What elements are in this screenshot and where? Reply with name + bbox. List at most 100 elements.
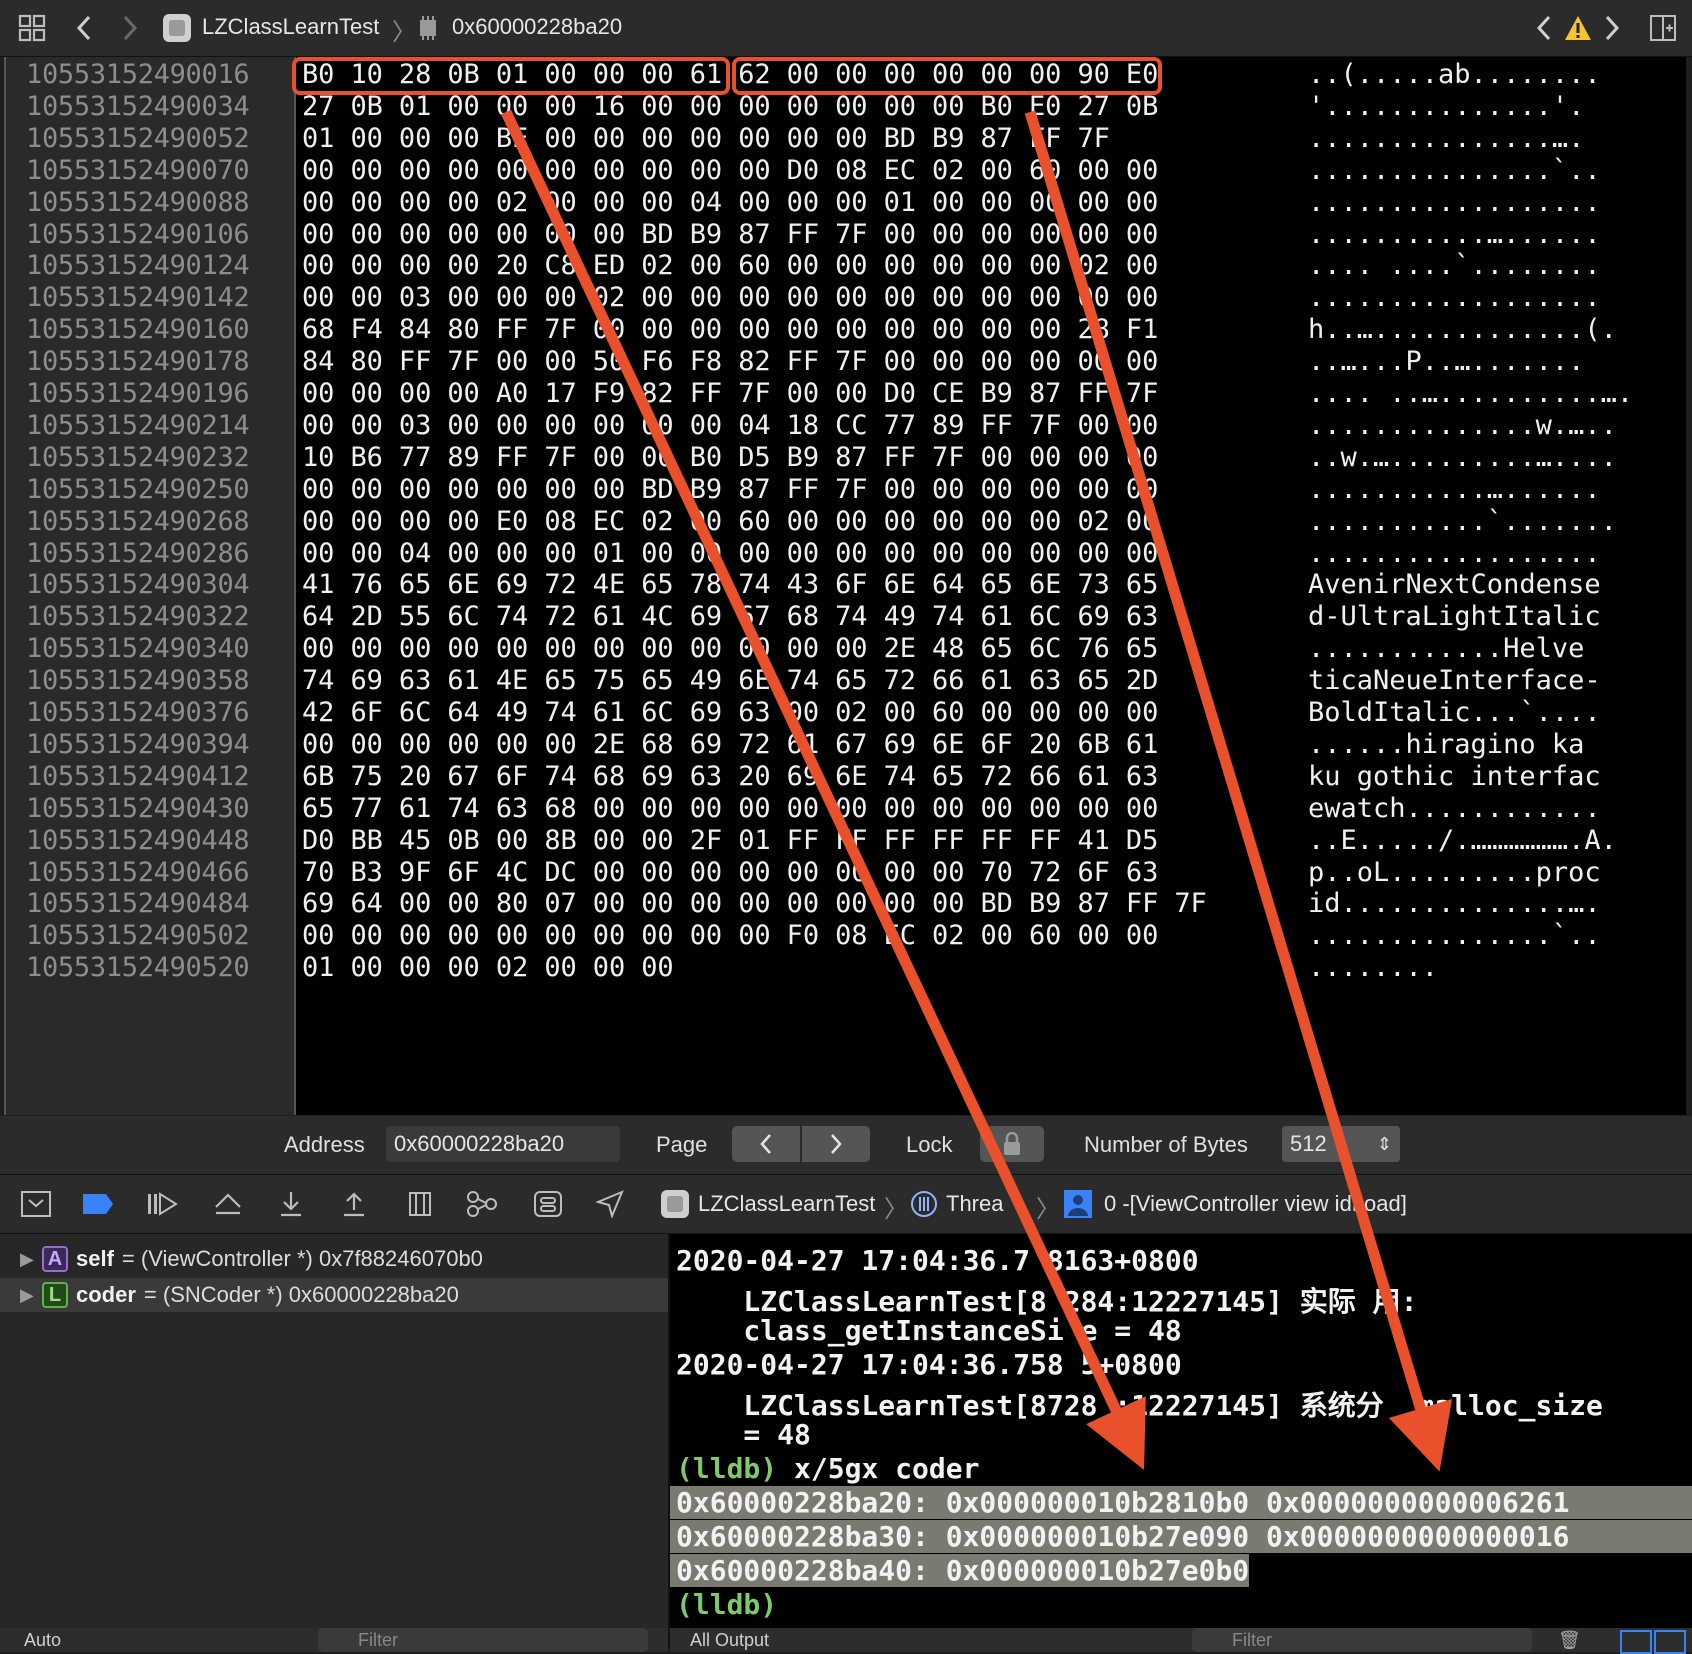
view-hierarchy-icon[interactable] — [404, 1188, 436, 1220]
split-view-right-icon[interactable] — [1654, 1630, 1686, 1654]
console-output[interactable]: 2020-04-27 17:04:36.7 8163+0800 LZClassL… — [670, 1234, 1692, 1654]
continue-icon[interactable] — [146, 1188, 178, 1220]
next-issue-icon[interactable] — [1598, 10, 1626, 46]
memory-hex-row[interactable]: 6B 75 20 67 6F 74 68 69 63 20 69 6E 74 6… — [302, 761, 1158, 792]
memory-hex-row[interactable]: 00 00 00 00 E0 08 EC 02 00 60 00 00 00 0… — [302, 506, 1158, 537]
memory-address-label: 10553152490034 — [26, 90, 250, 122]
memory-hex-row[interactable]: 27 0B 01 00 00 00 16 00 00 00 00 00 00 0… — [302, 91, 1158, 122]
debug-breadcrumb-project[interactable]: LZClassLearnTest — [698, 1191, 875, 1217]
lock-label: Lock — [906, 1132, 953, 1157]
memory-hex-row[interactable]: 00 00 03 00 00 00 00 00 00 04 18 CC 77 8… — [302, 410, 1158, 441]
step-over-icon[interactable] — [212, 1188, 244, 1220]
memory-hex-row[interactable]: 00 00 00 00 A0 17 F9 82 FF 7F 00 00 D0 C… — [302, 378, 1158, 409]
console-command-line: (lldb) x/5gx coder — [676, 1452, 979, 1485]
console-footer: All Output Filter 🗑 — [670, 1628, 1692, 1654]
forward-arrow-icon[interactable] — [116, 10, 144, 46]
memory-chip-icon — [414, 10, 442, 46]
memory-address-label: 10553152490520 — [26, 952, 250, 984]
memory-address-label: 10553152490088 — [26, 186, 250, 218]
memory-address-label: 10553152490502 — [26, 920, 250, 952]
memory-hex-row[interactable]: 84 80 FF 7F 00 00 50 F6 F8 82 FF 7F 00 0… — [302, 346, 1158, 377]
memory-address-label: 10553152490178 — [26, 346, 250, 378]
memory-graph-icon[interactable] — [466, 1188, 498, 1220]
hide-debug-area-icon[interactable] — [20, 1188, 52, 1220]
memory-hex-row[interactable]: 00 00 03 00 00 00 02 00 00 00 00 00 00 0… — [302, 282, 1158, 313]
memory-ascii-row: ku gothic interfac — [1308, 760, 1601, 792]
memory-hex-row[interactable]: 64 2D 55 6C 74 72 61 4C 69 67 68 74 49 7… — [302, 601, 1158, 632]
number-of-bytes-label: Number of Bytes — [1084, 1132, 1248, 1157]
memory-hex-row[interactable]: 00 00 00 00 00 00 00 00 00 00 D0 08 EC 0… — [302, 155, 1158, 186]
variable-row-coder[interactable]: ▶ L coder = (SNCoder *) 0x60000228ba20 — [0, 1278, 668, 1312]
debug-breadcrumb-frame[interactable]: 0 -[ViewController view idLoad] — [1104, 1191, 1407, 1217]
memory-hex-row[interactable]: 41 76 65 6E 69 72 4E 65 78 74 43 6F 6E 6… — [302, 569, 1158, 600]
memory-hex-row[interactable]: 68 F4 84 80 FF 7F 00 00 00 00 00 00 00 0… — [302, 314, 1158, 345]
memory-hex-row[interactable]: 69 64 00 00 80 07 00 00 00 00 00 00 00 0… — [302, 888, 1207, 919]
variable-value: = (SNCoder *) 0x60000228ba20 — [143, 1282, 459, 1307]
variable-row-self[interactable]: ▶ A self = (ViewController *) 0x7f882460… — [0, 1242, 668, 1276]
step-out-icon[interactable] — [338, 1188, 370, 1220]
number-of-bytes-value: 512 — [1290, 1131, 1327, 1156]
console-filter-field[interactable]: Filter — [1192, 1628, 1532, 1652]
memory-ascii-row: ..(.....ab........ — [1308, 59, 1601, 90]
console-memory-line: 0x60000228ba20: 0x000000010b2810b0 0x000… — [670, 1486, 1692, 1519]
memory-hex-row[interactable]: D0 BB 45 0B 00 8B 00 00 2F 01 FF FF FF F… — [302, 825, 1158, 856]
memory-hex-row[interactable]: 10 B6 77 89 FF 7F 00 00 B0 D5 B9 87 FF 7… — [302, 442, 1158, 473]
memory-hex-row[interactable]: 01 00 00 00 BE 00 00 00 00 00 00 00 BD B… — [302, 123, 1110, 154]
lock-toggle-button[interactable] — [980, 1126, 1044, 1162]
memory-hex-row[interactable]: 00 00 00 00 00 00 00 00 00 00 F0 08 EC 0… — [302, 920, 1158, 951]
disclosure-triangle-icon[interactable]: ▶ — [20, 1249, 42, 1270]
memory-hex-row[interactable]: 00 00 00 00 00 00 2E 68 69 72 61 67 69 6… — [302, 729, 1158, 760]
disclosure-triangle-icon[interactable]: ▶ — [20, 1285, 42, 1306]
debug-toolbar: LZClassLearnTest 〉 Threa 〉 0 -[ViewContr… — [0, 1175, 1692, 1234]
breadcrumb-separator: 〉 — [1036, 1196, 1060, 1223]
memory-hex-row[interactable]: 00 00 00 00 20 C8 ED 02 00 60 00 00 00 0… — [302, 250, 1158, 281]
memory-ascii-row: ...............…. — [1308, 122, 1585, 154]
memory-hex-row[interactable]: 74 69 63 61 4E 65 75 65 49 6E 74 65 72 6… — [302, 665, 1158, 696]
memory-hex-row[interactable]: 00 00 00 00 00 00 00 BD B9 87 FF 7F 00 0… — [302, 219, 1158, 250]
console-final-prompt: (lldb) — [676, 1588, 778, 1621]
console-log-line: LZClassLearnTest[8728 :12227145] 系统分 mal… — [676, 1389, 1603, 1422]
top-toolbar: LZClassLearnTest 〉 0x60000228ba20 — [0, 0, 1692, 57]
stepper-arrows-icon: ⇕ — [1376, 1134, 1392, 1154]
page-label: Page — [656, 1132, 708, 1157]
debug-breadcrumb-thread[interactable]: Threa — [946, 1191, 1003, 1217]
memory-hex-row[interactable]: 42 6F 6C 64 49 74 61 6C 69 63 00 02 00 6… — [302, 697, 1158, 728]
memory-ascii-row: id..............…. — [1308, 888, 1601, 920]
variables-filter-field[interactable]: Filter — [318, 1628, 648, 1652]
page-next-button[interactable] — [802, 1126, 870, 1162]
memory-address-label: 10553152490412 — [26, 760, 250, 792]
memory-hex-row[interactable]: 00 00 00 00 02 00 00 00 04 00 00 00 01 0… — [302, 187, 1158, 218]
memory-ascii-row: .................. — [1308, 282, 1601, 314]
memory-hex-row[interactable]: 70 B3 9F 6F 4C DC 00 00 00 00 00 00 00 0… — [302, 857, 1158, 888]
console-log-line: 2020-04-27 17:04:36.7 8163+0800 — [676, 1244, 1199, 1277]
memory-ascii-row: ........ — [1308, 952, 1439, 984]
breadcrumb-memory-address[interactable]: 0x60000228ba20 — [452, 14, 622, 40]
memory-ascii-row: ..w.….........….... — [1308, 441, 1617, 473]
warning-icon[interactable] — [1562, 10, 1594, 46]
memory-address-label: 10553152490376 — [26, 697, 250, 728]
related-items-grid-icon[interactable] — [14, 10, 50, 46]
breadcrumb-project[interactable]: LZClassLearnTest — [202, 14, 379, 40]
memory-ascii-row: ..…...P..…....... — [1308, 346, 1585, 378]
memory-hex-row[interactable]: 00 00 00 00 00 00 00 BD B9 87 FF 7F 00 0… — [302, 474, 1158, 505]
add-editor-icon[interactable] — [1648, 10, 1678, 46]
memory-hex-row[interactable]: 00 00 00 00 00 00 00 00 00 00 00 00 2E 4… — [302, 633, 1158, 664]
split-view-left-icon[interactable] — [1620, 1630, 1652, 1654]
highlight-box-isa-bytes — [292, 57, 730, 95]
number-of-bytes-select[interactable]: 512 ⇕ — [1282, 1126, 1400, 1162]
memory-hex-row[interactable]: 65 77 61 74 63 68 00 00 00 00 00 00 00 0… — [302, 793, 1158, 824]
step-into-icon[interactable] — [275, 1188, 307, 1220]
memory-ascii-row: ............Helve — [1308, 633, 1585, 665]
back-arrow-icon[interactable] — [70, 10, 98, 46]
memory-address-label: 10553152490160 — [26, 314, 250, 346]
memory-address-label: 10553152490250 — [26, 473, 250, 505]
address-input[interactable]: 0x60000228ba20 — [386, 1126, 620, 1162]
memory-hex-row[interactable]: 00 00 04 00 00 00 01 00 00 00 00 00 00 0… — [302, 538, 1158, 569]
previous-issue-icon[interactable] — [1530, 10, 1558, 46]
environment-overrides-icon[interactable] — [532, 1188, 564, 1220]
breakpoints-toggle-icon[interactable] — [82, 1188, 114, 1220]
memory-hex-row[interactable]: 01 00 00 00 02 00 00 00 — [302, 952, 674, 983]
console-memory-line: 0x60000228ba30: 0x000000010b27e090 0x000… — [670, 1520, 1692, 1553]
simulate-location-icon[interactable] — [594, 1188, 626, 1220]
page-previous-button[interactable] — [732, 1126, 800, 1162]
